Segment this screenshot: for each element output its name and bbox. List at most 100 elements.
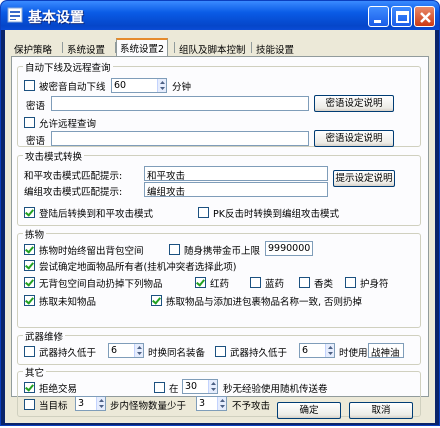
- password-offline-checkbox[interactable]: [24, 80, 35, 91]
- pk-switch-label: PK反击时转换到编组攻击模式: [213, 209, 339, 220]
- swap-weapon-checkbox[interactable]: [24, 346, 35, 357]
- tab-protection[interactable]: 保护策略: [11, 40, 55, 56]
- pickup-group: 拣物 拣物时始终留出背包空间 随身携带金币上限 9990000 尝试确定地面物品…: [17, 227, 421, 328]
- no-attack-label: 不予攻击: [232, 401, 271, 412]
- attack-mode-group: 攻击模式转换 和平攻击模式匹配提示: 和平攻击 提示设定说明 编组攻击模式匹配提…: [17, 149, 421, 226]
- try-owner-label: 尝试确定地面物品所有者(挂机冲突者选择此项): [39, 262, 237, 273]
- tab-skills[interactable]: 技能设置: [253, 40, 297, 56]
- weapon-repair-group: 武器维修 武器持久低于 6 时换同名装备 武器持久低于 6 时使用 战神油: [17, 329, 421, 365]
- offline-delay-stepper[interactable]: 60: [111, 78, 167, 93]
- gold-limit-checkbox[interactable]: [169, 244, 180, 255]
- durability2-stepper[interactable]: 6: [299, 343, 335, 358]
- talisman-checkbox[interactable]: [345, 277, 356, 288]
- tab-panel: 自动下线及远程查询 被密音自动下线 60 分钟 密语 密语设定说明 允许远程查询…: [11, 56, 429, 417]
- remote-help-button[interactable]: 密语设定说明: [314, 130, 394, 147]
- gold-limit-input[interactable]: 9990000: [265, 241, 313, 256]
- durability-below-label: 武器持久低于: [39, 348, 97, 359]
- tab-team-script[interactable]: 组队及脚本控制: [176, 40, 249, 56]
- reject-trade-label: 拒绝交易: [39, 384, 78, 395]
- durability2-value: 6: [302, 345, 309, 356]
- swap-label: 时换同名装备: [148, 348, 206, 359]
- durability-stepper[interactable]: 6: [108, 343, 144, 358]
- peace-prompt-label: 和平攻击模式匹配提示:: [24, 171, 123, 182]
- target-label: 当目标: [39, 401, 68, 412]
- password-help-button[interactable]: 密语设定说明: [314, 95, 394, 112]
- cancel-button[interactable]: 取消: [349, 402, 413, 419]
- no-space-drop-checkbox[interactable]: [24, 277, 35, 288]
- maximize-icon: [396, 11, 409, 23]
- use-label: 时使用: [339, 348, 368, 359]
- offline-delay-value: 60: [114, 80, 127, 91]
- seconds-stepper[interactable]: 30: [182, 379, 218, 394]
- red-potion-checkbox[interactable]: [195, 277, 206, 288]
- close-icon: [420, 12, 431, 23]
- spinner-arrows-icon[interactable]: [96, 397, 105, 410]
- red-potion-label: 红药: [210, 279, 230, 290]
- remote-password-input[interactable]: [51, 131, 309, 146]
- remote-query-checkbox[interactable]: [24, 117, 35, 128]
- password-input[interactable]: [51, 96, 309, 111]
- window-title: 基本设置: [28, 10, 84, 26]
- minimize-button[interactable]: [368, 6, 389, 27]
- target-checkbox[interactable]: [24, 399, 35, 410]
- auto-offline-group: 自动下线及远程查询 被密音自动下线 60 分钟 密语 密语设定说明 允许远程查询…: [17, 60, 421, 147]
- title-bar[interactable]: 基本设置: [1, 1, 439, 30]
- pk-switch-checkbox[interactable]: [198, 207, 209, 218]
- seconds-value: 30: [185, 381, 198, 392]
- group-title: 拣物: [23, 227, 47, 241]
- tab-divider: [174, 42, 175, 53]
- tab-divider: [62, 42, 63, 53]
- switch-peace-label: 登陆后转换到和平攻击模式: [39, 209, 154, 220]
- try-owner-checkbox[interactable]: [24, 260, 35, 271]
- no-exp-label: 秒无经验使用随机传送卷: [223, 384, 328, 395]
- close-button[interactable]: [414, 6, 435, 27]
- maximize-button[interactable]: [391, 6, 412, 27]
- group-title: 其它: [23, 365, 47, 379]
- remote-password-label: 密语: [26, 136, 46, 147]
- keep-space-checkbox[interactable]: [24, 244, 35, 255]
- monster-count-value: 3: [199, 398, 206, 409]
- unknown-items-checkbox[interactable]: [24, 295, 35, 306]
- target-steps-stepper[interactable]: 3: [75, 396, 106, 411]
- group-prompt-label: 编组攻击模式匹配提示:: [24, 187, 123, 198]
- no-exp-teleport-checkbox[interactable]: [154, 382, 165, 393]
- unknown-items-label: 拣取未知物品: [39, 297, 97, 308]
- group-title: 攻击模式转换: [23, 149, 85, 163]
- blue-potion-checkbox[interactable]: [250, 277, 261, 288]
- at-label: 在: [169, 384, 179, 395]
- app-icon: [7, 7, 23, 23]
- ok-button[interactable]: 确定: [277, 402, 341, 419]
- spinner-arrows-icon[interactable]: [208, 380, 217, 393]
- peace-prompt-input[interactable]: 和平攻击: [144, 166, 328, 181]
- minimize-icon: [374, 20, 381, 23]
- gold-limit-label: 随身携带金币上限: [184, 246, 261, 257]
- switch-peace-checkbox[interactable]: [24, 207, 35, 218]
- spinner-arrows-icon[interactable]: [217, 397, 226, 410]
- tab-divider: [251, 42, 252, 53]
- monster-count-label: 步内怪物数量少于: [110, 401, 187, 412]
- spinner-arrows-icon[interactable]: [134, 344, 143, 357]
- group-title: 武器维修: [23, 329, 66, 343]
- durability-value: 6: [111, 345, 118, 356]
- oil-name-input[interactable]: 战神油: [368, 343, 404, 358]
- use-oil-checkbox[interactable]: [215, 346, 226, 357]
- match-package-label: 拣取物品与添加进包裹物品名称一致, 否则扔掉: [166, 297, 363, 308]
- durability-below2-label: 武器持久低于: [230, 348, 288, 359]
- keep-space-label: 拣物时始终留出背包空间: [39, 246, 144, 257]
- reject-trade-checkbox[interactable]: [24, 382, 35, 393]
- ginseng-label: 香类: [314, 279, 334, 290]
- remote-query-label: 允许远程查询: [39, 119, 97, 130]
- tab-system[interactable]: 系统设置: [64, 40, 108, 56]
- monster-count-stepper[interactable]: 3: [196, 396, 227, 411]
- minutes-label: 分钟: [172, 82, 192, 93]
- spinner-arrows-icon[interactable]: [157, 79, 166, 92]
- match-package-checkbox[interactable]: [151, 295, 162, 306]
- talisman-label: 护身符: [360, 279, 389, 290]
- prompt-help-button[interactable]: 提示设定说明: [333, 170, 395, 187]
- spinner-arrows-icon[interactable]: [325, 344, 334, 357]
- tab-system2[interactable]: 系统设置2: [116, 38, 169, 56]
- group-prompt-input[interactable]: 编组攻击: [144, 182, 328, 197]
- no-space-drop-label: 无背包空间自动扔掉下列物品: [39, 279, 163, 290]
- ginseng-checkbox[interactable]: [299, 277, 310, 288]
- password-label: 密语: [26, 101, 46, 112]
